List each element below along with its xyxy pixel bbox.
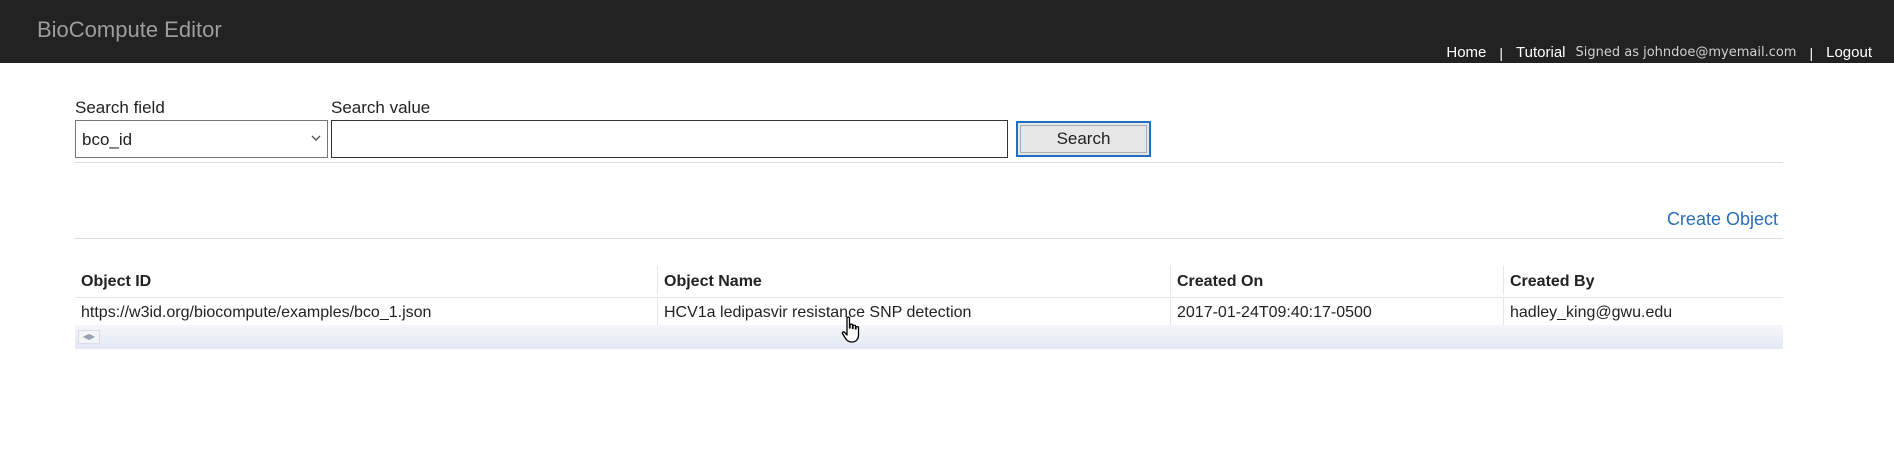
divider (75, 238, 1783, 239)
horizontal-scrollbar[interactable]: ◀▶ (75, 325, 1783, 349)
object-name-cell[interactable]: HCV1a ledipasvir resistance SNP detectio… (658, 298, 1171, 327)
nav-home-link[interactable]: Home (1446, 44, 1486, 61)
search-button-focus-ring (1020, 125, 1147, 153)
nav-separator: | (1499, 44, 1504, 61)
created-on-cell[interactable]: 2017-01-24T09:40:17-0500 (1171, 298, 1504, 327)
scroll-arrows-icon[interactable]: ◀▶ (78, 330, 100, 344)
search-field-label: Search field (75, 98, 165, 117)
column-header-created-on[interactable]: Created On (1171, 266, 1504, 295)
create-object-link[interactable]: Create Object (1667, 209, 1778, 230)
chevron-down-icon (311, 135, 321, 141)
column-header-created-by[interactable]: Created By (1504, 266, 1783, 295)
object-id-cell[interactable]: https://w3id.org/biocompute/examples/bco… (75, 298, 658, 327)
table-header-row: Object ID Object Name Created On Created… (75, 266, 1783, 298)
created-by-cell[interactable]: hadley_king@gwu.edu (1504, 298, 1783, 327)
search-value-input[interactable] (331, 120, 1008, 158)
column-header-object-name[interactable]: Object Name (658, 266, 1171, 295)
search-button[interactable]: Search (1016, 121, 1151, 157)
app-brand[interactable]: BioCompute Editor (37, 17, 222, 43)
table-row[interactable]: https://w3id.org/biocompute/examples/bco… (75, 298, 1783, 327)
signed-in-user: Signed as johndoe@myemail.com (1575, 45, 1797, 60)
hand-pointer-icon (841, 316, 860, 343)
search-field-value: bco_id (82, 130, 133, 149)
search-field-select[interactable]: bco_id (75, 120, 328, 158)
search-value-label: Search value (331, 98, 431, 117)
objects-table: Object ID Object Name Created On Created… (75, 266, 1783, 327)
divider (75, 162, 1783, 163)
column-header-object-id[interactable]: Object ID (75, 266, 658, 295)
nav-separator: | (1809, 44, 1814, 61)
top-navbar: BioCompute Editor Home | Tutorial Signed… (0, 0, 1894, 63)
nav-tutorial-link[interactable]: Tutorial (1516, 44, 1565, 61)
nav-links: Home | Tutorial Signed as johndoe@myemai… (1446, 44, 1872, 61)
nav-logout-link[interactable]: Logout (1826, 44, 1872, 61)
